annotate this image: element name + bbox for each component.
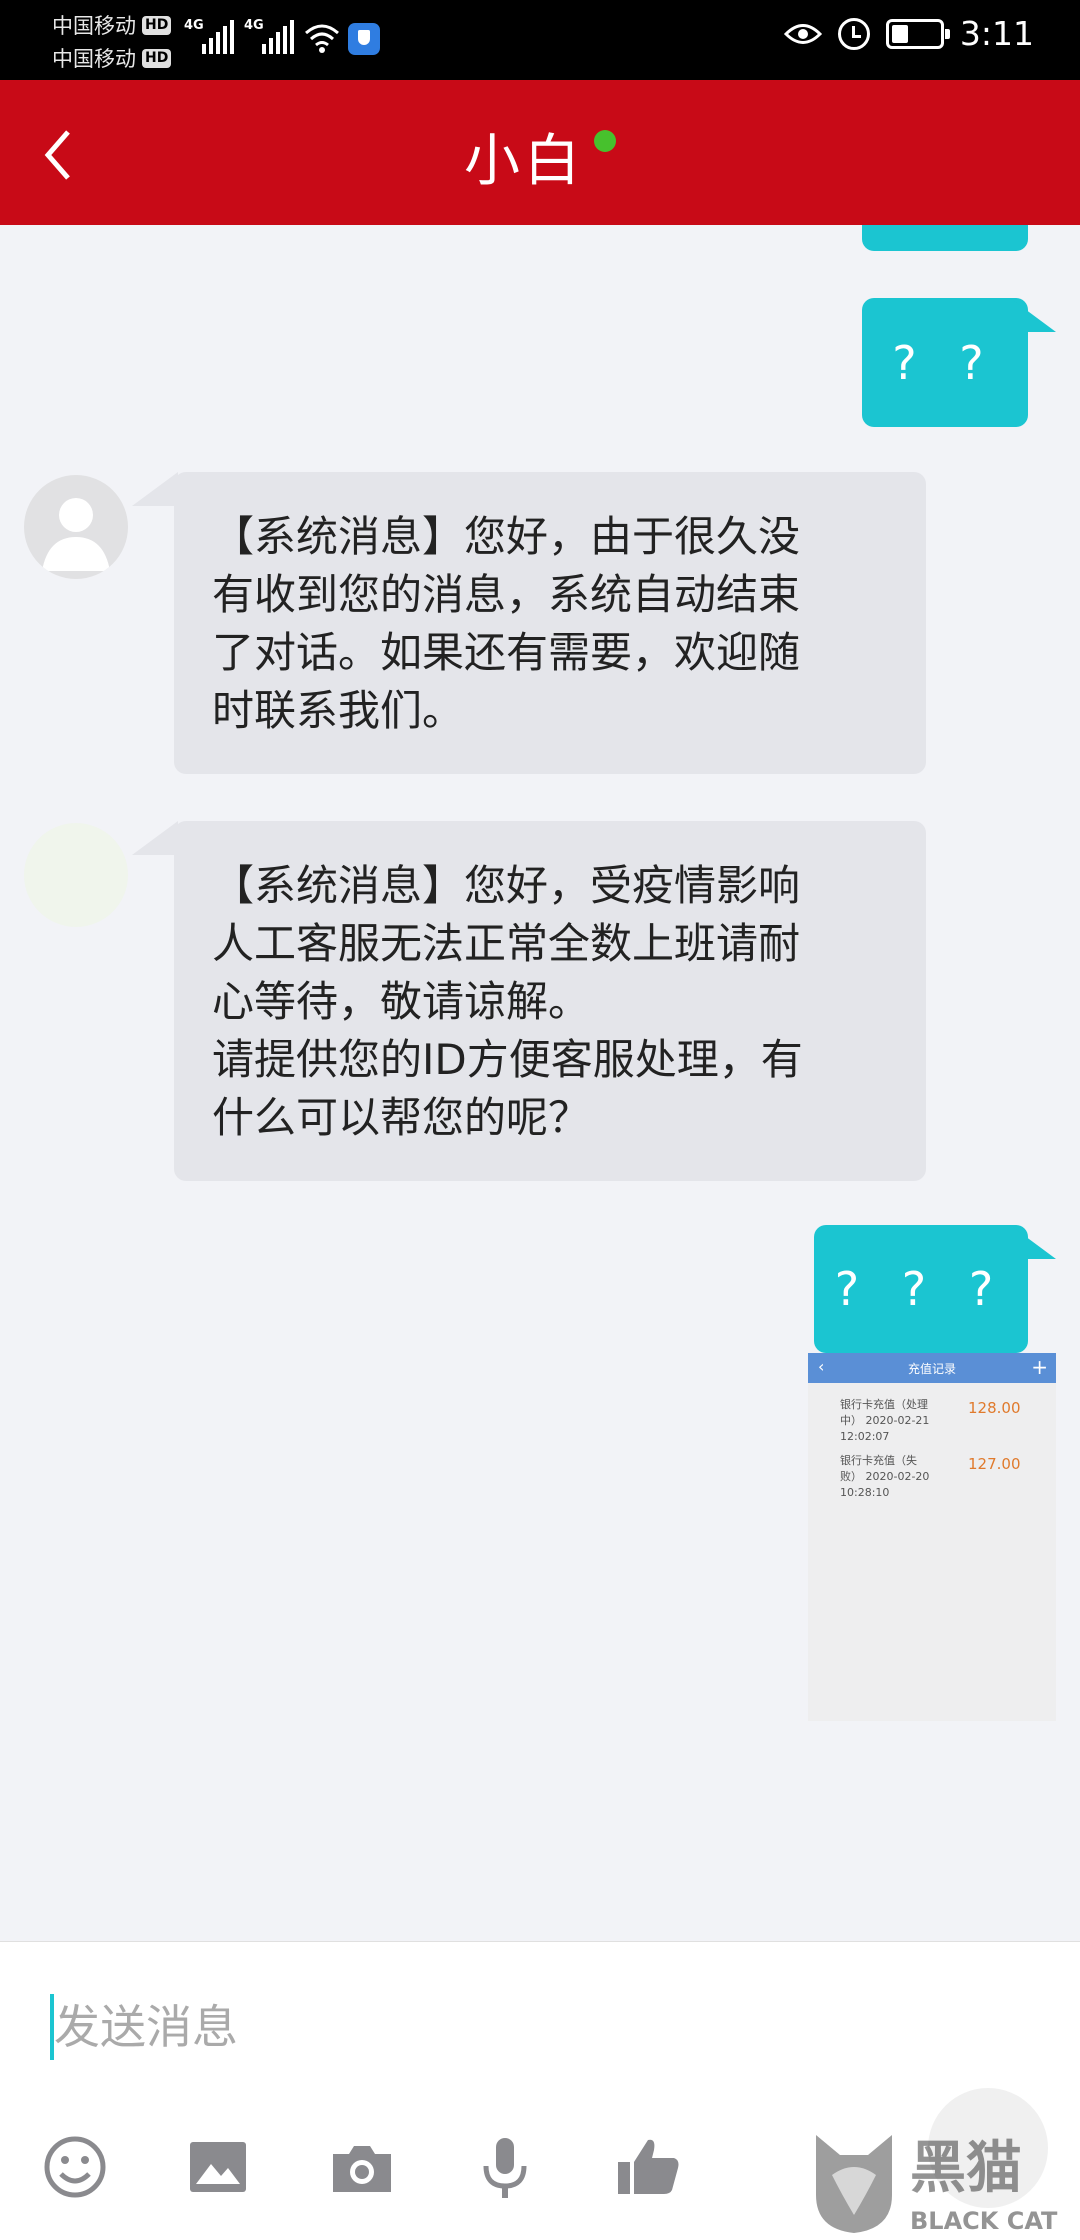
bubble-tail [132, 821, 178, 855]
message-bubble-outgoing[interactable]: ? ? [862, 298, 1028, 427]
thumbnail-title-bar: ‹ 充值记录 + [808, 1353, 1056, 1383]
bubble-tail [1010, 298, 1056, 332]
message-text: ? ? ? [834, 1262, 1008, 1316]
shield-icon [348, 23, 380, 55]
record-amount: 127.00 [968, 1455, 1021, 1473]
status-bar: 中国移动 HD 中国移动 HD 4G 4G 3:11 [0, 0, 1080, 80]
message-line: 有收到您的消息，系统自动结束 [212, 570, 801, 619]
record-desc-line: 银行卡充值（失 [840, 1454, 917, 1467]
avatar[interactable] [24, 475, 128, 579]
thumbs-up-icon[interactable] [614, 2132, 684, 2202]
message-line: 心等待，敬请谅解。 [212, 977, 591, 1026]
chat-header: 小白 [0, 80, 1080, 225]
message-text: ? ? [892, 335, 998, 390]
message-line: 人工客服无法正常全数上班请耐 [212, 919, 801, 968]
message-bubble-partial[interactable] [862, 225, 1028, 251]
thumbnail-plus-icon: + [1031, 1355, 1048, 1379]
camera-icon[interactable] [327, 2132, 397, 2202]
image-icon[interactable] [183, 2132, 253, 2202]
message-bubble-incoming[interactable]: 【系统消息】您好，受疫情影响 人工客服无法正常全数上班请耐 心等待，敬请谅解。 … [174, 821, 926, 1181]
record-desc-line: 10:28:10 [840, 1486, 890, 1499]
recharge-record-row: 银行卡充值（处理 中） 2020-02-21 12:02:07 128.00 [808, 1383, 1056, 1443]
record-desc-line: 银行卡充值（处理 [840, 1398, 928, 1411]
microphone-icon[interactable] [470, 2132, 540, 2202]
record-desc-line: 败） 2020-02-20 [840, 1470, 930, 1483]
eye-icon [783, 23, 822, 44]
clock: 3:11 [959, 14, 1034, 53]
signal-icon-2: 4G [244, 18, 294, 54]
contact-name: 小白 [0, 116, 1080, 197]
bubble-tail [132, 472, 178, 506]
thumbnail-back-icon: ‹ [818, 1357, 825, 1376]
online-status-dot [594, 130, 616, 152]
alarm-icon [837, 17, 870, 50]
svg-text:黑猫: 黑猫 [910, 2136, 1022, 2201]
signal-icon-1: 4G [184, 18, 234, 54]
message-line: 请提供您的ID方便客服处理，有 [212, 1035, 803, 1084]
message-bubble-incoming[interactable]: 【系统消息】您好，由于很久没 有收到您的消息，系统自动结束 了对话。如果还有需要… [174, 472, 926, 774]
avatar[interactable] [24, 823, 128, 927]
message-line: 【系统消息】您好，由于很久没 [212, 512, 801, 561]
record-desc-line: 中） 2020-02-21 [840, 1414, 930, 1427]
message-bubble-outgoing[interactable]: ? ? ? [814, 1225, 1028, 1353]
message-line: 什么可以帮您的呢？ [212, 1093, 591, 1142]
thumbnail-title: 充值记录 [907, 1361, 956, 1376]
black-cat-watermark-logo: 黑猫 BLACK CAT [816, 2135, 1058, 2235]
carrier-label-2: 中国移动 HD [52, 43, 172, 73]
image-message-thumbnail[interactable]: ‹ 充值记录 + 银行卡充值（处理 中） 2020-02-21 12:02:07… [808, 1353, 1056, 1721]
battery-icon [885, 18, 950, 49]
recharge-record-row: 银行卡充值（失 败） 2020-02-20 10:28:10 127.00 [808, 1439, 1056, 1499]
wifi-icon [305, 24, 339, 53]
message-line: 【系统消息】您好，受疫情影响 [212, 861, 801, 910]
svg-text:BLACK CAT: BLACK CAT [910, 2207, 1058, 2235]
bubble-tail [1010, 1225, 1056, 1259]
message-line: 时联系我们。 [212, 686, 465, 735]
carrier-label-1: 中国移动 HD [52, 10, 172, 40]
record-amount: 128.00 [968, 1399, 1021, 1417]
message-input[interactable]: 发送消息 [54, 1994, 238, 2060]
message-line: 了对话。如果还有需要，欢迎随 [212, 628, 801, 677]
emoji-icon[interactable] [40, 2132, 110, 2202]
